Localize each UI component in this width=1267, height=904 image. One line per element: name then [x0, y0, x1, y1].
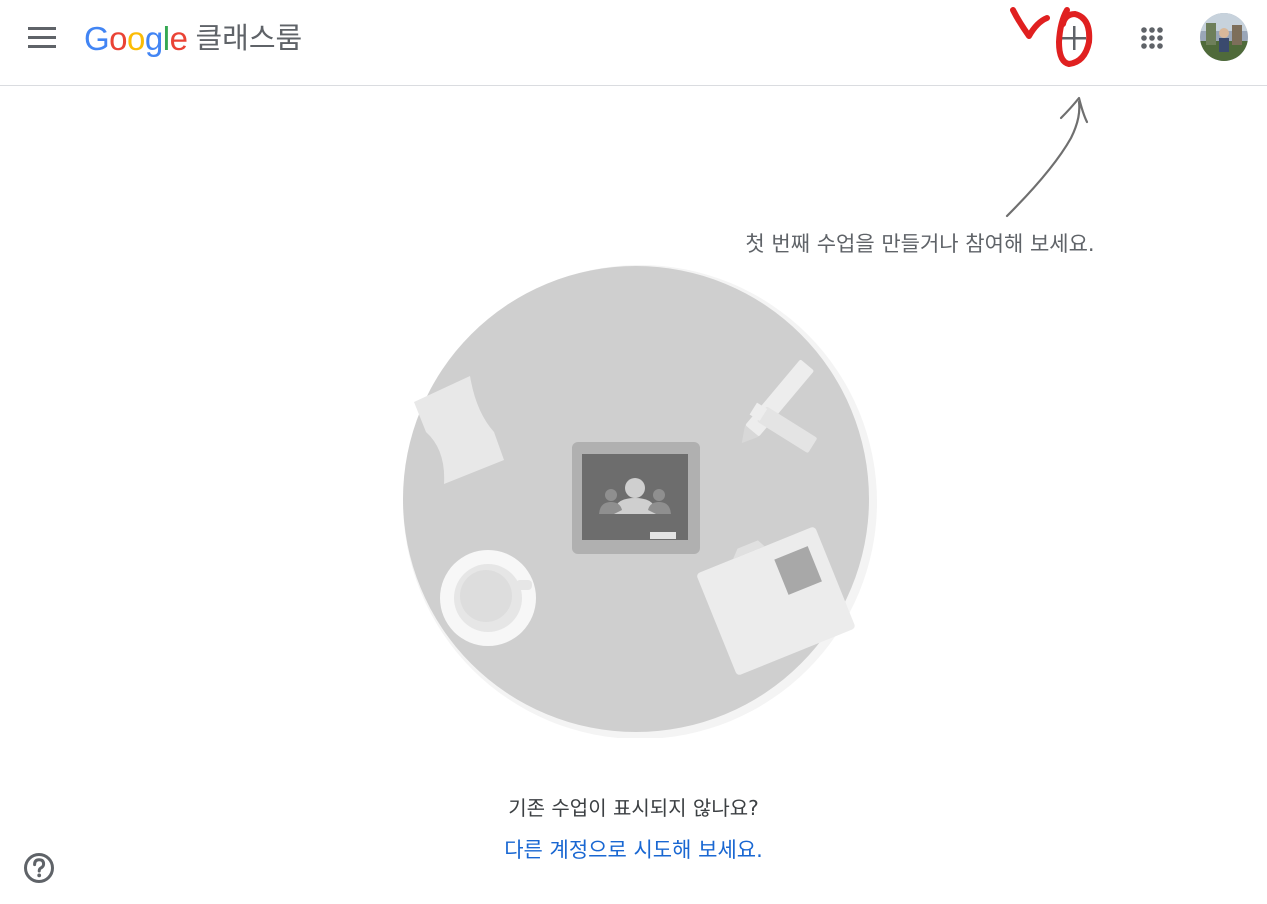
logo-letter: o: [109, 19, 128, 57]
help-icon: [24, 853, 54, 883]
classroom-empty-illustration: [403, 265, 877, 738]
create-or-join-class-button[interactable]: [1052, 16, 1096, 60]
empty-state-hint: 첫 번째 수업을 만들거나 참여해 보세요.: [745, 232, 1095, 256]
classroom-logo[interactable]: Google 클래스룸: [84, 16, 302, 60]
google-apps-button[interactable]: [1130, 16, 1174, 60]
top-app-bar: Google 클래스룸: [0, 0, 1267, 86]
logo-letter: l: [162, 19, 170, 57]
logo-letter: e: [169, 19, 188, 57]
logo-letter: g: [144, 19, 163, 57]
hamburger-menu-icon: [28, 27, 56, 48]
account-avatar[interactable]: [1200, 13, 1248, 61]
help-button[interactable]: [20, 848, 60, 888]
google-wordmark: Google: [84, 19, 188, 57]
profile-photo: [1200, 13, 1248, 61]
hand-drawn-arrow: [1005, 96, 1089, 218]
logo-letter: o: [127, 19, 145, 57]
product-name: 클래스룸: [195, 20, 303, 55]
main-menu-button[interactable]: [20, 16, 64, 60]
plus-icon: [1062, 26, 1086, 50]
switch-account-link[interactable]: 다른 계정으로 시도해 보세요.: [0, 834, 1267, 864]
logo-letter: G: [84, 19, 110, 57]
apps-grid-icon: [1141, 27, 1163, 49]
missing-classes-question: 기존 수업이 표시되지 않나요?: [508, 796, 759, 820]
